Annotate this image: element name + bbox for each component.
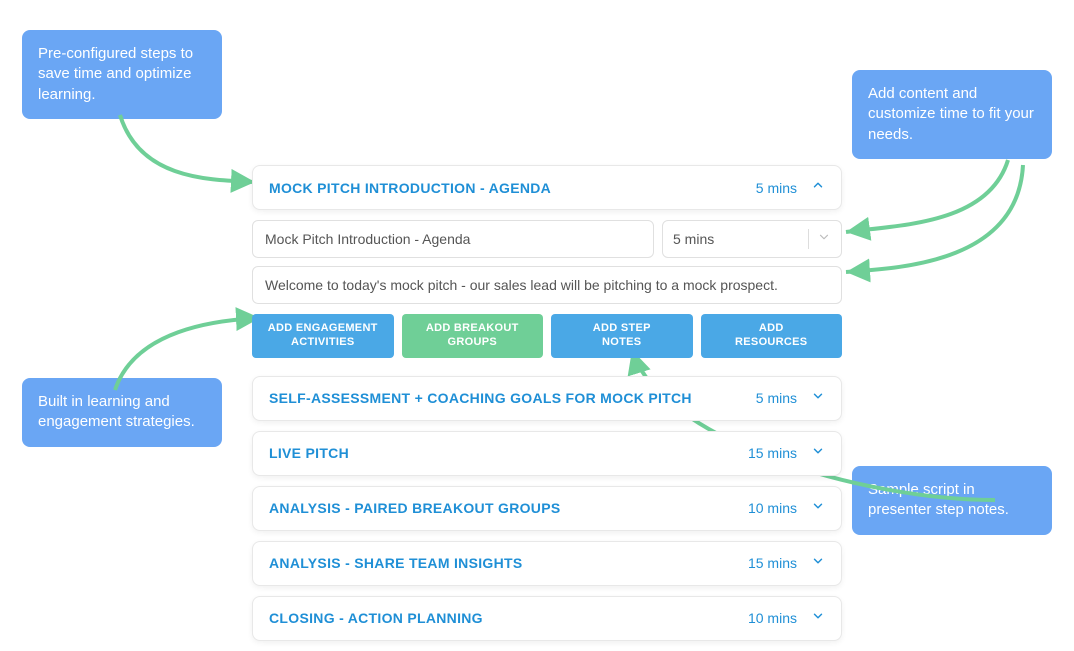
- step-card[interactable]: ANALYSIS - SHARE TEAM INSIGHTS 15 mins: [252, 541, 842, 586]
- step-title-input[interactable]: [252, 220, 654, 258]
- chevron-down-icon: [811, 444, 825, 463]
- callout-preconfigured: Pre-configured steps to save time and op…: [22, 30, 222, 119]
- step-duration: 10 mins: [748, 610, 797, 626]
- step-duration: 15 mins: [748, 555, 797, 571]
- arrow-top-left: [100, 110, 270, 200]
- step-title: ANALYSIS - SHARE TEAM INSIGHTS: [269, 555, 748, 571]
- chevron-down-icon: [811, 499, 825, 518]
- action-button-row: ADD ENGAGEMENT ACTIVITIES ADD BREAKOUT G…: [252, 314, 842, 358]
- step-title: SELF-ASSESSMENT + COACHING GOALS FOR MOC…: [269, 390, 756, 406]
- add-step-notes-button[interactable]: ADD STEP NOTES: [551, 314, 693, 358]
- chevron-down-icon: [811, 554, 825, 573]
- arrow-top-right-2: [838, 160, 1038, 300]
- step-duration: 10 mins: [748, 500, 797, 516]
- add-resources-button[interactable]: ADD RESOURCES: [701, 314, 843, 358]
- callout-customize: Add content and customize time to fit yo…: [852, 70, 1052, 159]
- step-card[interactable]: SELF-ASSESSMENT + COACHING GOALS FOR MOC…: [252, 376, 842, 421]
- chevron-down-icon: [817, 230, 831, 249]
- step-card[interactable]: ANALYSIS - PAIRED BREAKOUT GROUPS 10 min…: [252, 486, 842, 531]
- step-title: ANALYSIS - PAIRED BREAKOUT GROUPS: [269, 500, 748, 516]
- duration-select[interactable]: 5 mins: [662, 220, 842, 258]
- agenda-panel: MOCK PITCH INTRODUCTION - AGENDA 5 mins …: [252, 165, 842, 651]
- chevron-down-icon: [811, 609, 825, 628]
- callout-strategies: Built in learning and engagement strateg…: [22, 378, 222, 447]
- add-engagement-button[interactable]: ADD ENGAGEMENT ACTIVITIES: [252, 314, 394, 358]
- step-card[interactable]: CLOSING - ACTION PLANNING 10 mins: [252, 596, 842, 641]
- add-breakout-button[interactable]: ADD BREAKOUT GROUPS: [402, 314, 544, 358]
- step-duration: 5 mins: [756, 390, 797, 406]
- expanded-step-body: 5 mins: [252, 220, 842, 304]
- divider: [808, 229, 809, 249]
- step-duration: 5 mins: [756, 180, 797, 196]
- step-description-input[interactable]: [252, 266, 842, 304]
- step-title: MOCK PITCH INTRODUCTION - AGENDA: [269, 180, 756, 196]
- callout-script: Sample script in presenter step notes.: [852, 466, 1052, 535]
- step-card[interactable]: LIVE PITCH 15 mins: [252, 431, 842, 476]
- step-duration: 15 mins: [748, 445, 797, 461]
- step-title: CLOSING - ACTION PLANNING: [269, 610, 748, 626]
- chevron-down-icon: [811, 389, 825, 408]
- chevron-up-icon: [811, 178, 825, 197]
- step-title: LIVE PITCH: [269, 445, 748, 461]
- duration-value: 5 mins: [673, 231, 800, 247]
- arrow-top-right-1: [838, 155, 1023, 255]
- step-card-expanded[interactable]: MOCK PITCH INTRODUCTION - AGENDA 5 mins: [252, 165, 842, 210]
